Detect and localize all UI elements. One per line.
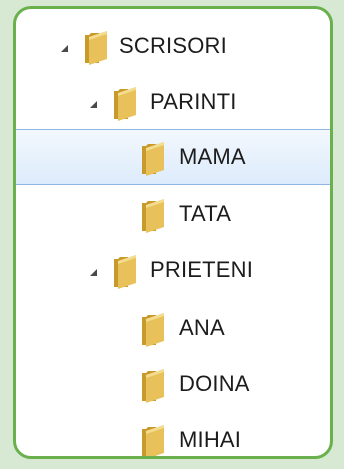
tree-node-tata[interactable]: TATA — [16, 187, 330, 243]
tree-node-label: PARINTI — [150, 89, 237, 114]
folder-icon — [140, 423, 166, 456]
folder-icon — [140, 197, 166, 233]
folder-icon — [140, 367, 166, 403]
tree-node-scrisori[interactable]: SCRISORI — [16, 19, 330, 75]
folder-icon — [112, 85, 138, 121]
tree-node-mihai[interactable]: MIHAI — [16, 413, 330, 456]
folder-icon — [140, 140, 166, 176]
tree-node-label: PRIETENI — [150, 257, 254, 282]
expand-arrow-icon[interactable] — [90, 101, 97, 108]
tree-node-label: TATA — [179, 201, 232, 226]
tree-node-label: DOINA — [179, 371, 250, 396]
folder-tree: SCRISORI PARINTI MAMA TATA PRIETENI ANA … — [16, 9, 330, 456]
expand-arrow-icon[interactable] — [61, 45, 68, 52]
tree-node-doina[interactable]: DOINA — [16, 357, 330, 413]
tree-node-mama[interactable]: MAMA — [16, 129, 330, 185]
tree-node-label: MIHAI — [179, 427, 242, 452]
folder-tree-panel: SCRISORI PARINTI MAMA TATA PRIETENI ANA … — [13, 6, 333, 459]
tree-node-label: SCRISORI — [119, 33, 227, 58]
folder-icon — [83, 29, 109, 65]
tree-node-label: MAMA — [179, 144, 246, 169]
tree-node-label: ANA — [179, 315, 225, 340]
tree-node-parinti[interactable]: PARINTI — [16, 75, 330, 131]
tree-node-ana[interactable]: ANA — [16, 301, 330, 357]
folder-icon — [140, 311, 166, 347]
folder-icon — [112, 253, 138, 289]
expand-arrow-icon[interactable] — [90, 269, 97, 276]
tree-node-prieteni[interactable]: PRIETENI — [16, 243, 330, 299]
